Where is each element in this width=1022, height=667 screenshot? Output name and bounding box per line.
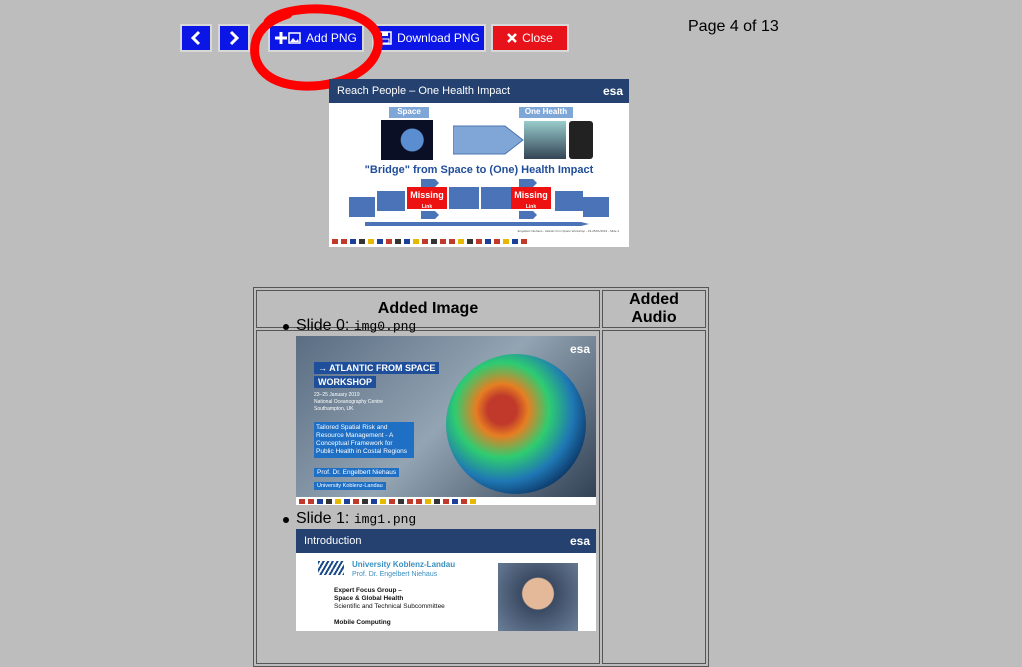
group-line-1: Expert Focus Group – — [334, 587, 402, 594]
flag-row — [329, 235, 629, 247]
hospital-image — [524, 121, 566, 159]
close-label: Close — [522, 31, 553, 45]
close-button[interactable]: Close — [491, 24, 569, 52]
missing-link-label-2: Missing Link — [511, 190, 551, 210]
arrow-shape — [453, 125, 524, 155]
next-page-button[interactable] — [218, 24, 250, 52]
list-item-slide-1: Slide 1: img1.png — [296, 510, 416, 528]
page-indicator: Page 4 of 13 — [688, 18, 779, 35]
missing-text: Missing — [514, 190, 548, 200]
link-text: Link — [525, 204, 537, 210]
esa-logo: esa — [602, 84, 623, 98]
missing-text: Missing — [410, 190, 444, 200]
professor-name: Prof. Dr. Engelbert Niehaus — [352, 571, 438, 578]
link-text: Link — [421, 204, 433, 210]
bridge-diagram — [349, 179, 609, 226]
added-audio-cell — [602, 330, 706, 664]
chevron-left-icon — [190, 30, 201, 46]
download-png-button[interactable]: Download PNG — [372, 24, 486, 52]
slide-1-prefix: Slide 1: — [296, 510, 354, 527]
added-audio-header: Added Audio — [602, 290, 706, 328]
space-label: Space — [389, 107, 429, 118]
workshop-title-2: WORKSHOP — [314, 376, 376, 388]
slide-title: Reach People – One Health Impact — [337, 85, 511, 97]
university-logo — [318, 561, 344, 575]
speaker-portrait — [498, 563, 578, 631]
close-icon — [507, 33, 518, 43]
one-health-label: One Health — [519, 107, 573, 118]
esa-logo: esa — [569, 534, 590, 548]
satellite-image — [381, 120, 433, 160]
slide-footer: Engelbert Niehaus - Atlantic from Space … — [517, 229, 619, 233]
workshop-date: 23–25 January 2019 — [314, 392, 360, 398]
slide-0-filename: img0.png — [353, 319, 417, 334]
phone-image — [569, 121, 593, 159]
bridge-text: "Bridge" from Space to (One) Health Impa… — [364, 164, 594, 176]
chevron-right-icon — [229, 30, 240, 46]
esa-logo: esa — [569, 342, 590, 356]
talk-title: Tailored Spatial Risk and Resource Manag… — [314, 422, 414, 458]
workshop-date-venue: 23–25 January 2019 National Oceanography… — [314, 392, 383, 413]
slide-0-thumbnail[interactable]: esa → ATLANTIC FROM SPACE WORKSHOP 23–25… — [296, 336, 596, 505]
list-item-slide-0: Slide 0: img0.png — [296, 317, 416, 335]
group-line-2: Space & Global Health — [334, 595, 404, 602]
list-bullet — [283, 324, 289, 330]
flag-row — [296, 497, 596, 505]
current-slide-image: Reach People – One Health Impact esa Spa… — [329, 79, 629, 247]
slide-1-filename: img1.png — [353, 512, 417, 527]
list-bullet — [283, 517, 289, 523]
group-line-3: Scientific and Technical Subcommittee — [334, 603, 445, 610]
workshop-title-1: → ATLANTIC FROM SPACE — [314, 362, 440, 374]
earth-globe-image — [446, 354, 586, 494]
download-png-label: Download PNG — [397, 31, 480, 45]
speaker-affiliation: University Koblenz-Landau — [314, 482, 386, 490]
workshop-city: Southampton, UK — [314, 406, 354, 412]
speaker-name: Prof. Dr. Engelbert Niehaus — [314, 468, 400, 477]
previous-page-button[interactable] — [180, 24, 212, 52]
slide-1-thumbnail[interactable]: Introduction esa University Koblenz-Land… — [296, 529, 596, 631]
slide-header: Introduction esa — [296, 529, 596, 553]
expert-group-text: Expert Focus Group – Space & Global Heal… — [334, 587, 445, 611]
university-name: University Koblenz-Landau — [352, 560, 456, 569]
slide-title: Introduction — [304, 535, 362, 547]
workshop-venue: National Oceanography Centre — [314, 399, 383, 405]
slide-header: Reach People – One Health Impact esa — [329, 79, 629, 103]
slide-0-prefix: Slide 0: — [296, 317, 354, 334]
missing-link-label-1: Missing Link — [407, 190, 447, 210]
mobile-computing-text: Mobile Computing — [334, 619, 391, 626]
